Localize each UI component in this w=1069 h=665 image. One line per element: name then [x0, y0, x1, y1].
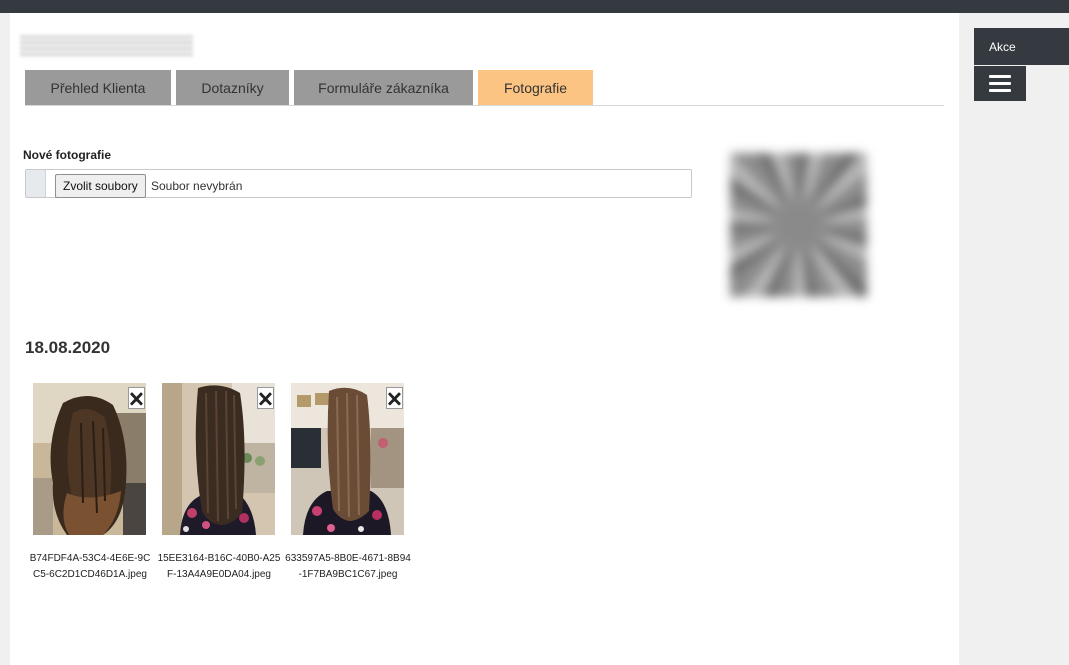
- right-sidebar: Akce: [959, 13, 1069, 665]
- photo-filename: B74FDF4A-53C4-4E6E-9CC5-6C2D1CD46D1A.jpe…: [29, 553, 151, 580]
- file-input-addon: [26, 170, 46, 197]
- tab-fotografie[interactable]: Fotografie: [478, 70, 593, 105]
- tab-dotazniky[interactable]: Dotazníky: [176, 70, 289, 105]
- tab-prehled-klienta[interactable]: Přehled Klienta: [25, 70, 171, 105]
- delete-photo-button[interactable]: 🗙: [128, 387, 145, 409]
- delete-photo-button[interactable]: 🗙: [386, 387, 403, 409]
- top-bar: [0, 0, 1069, 13]
- blurred-qr-image: [730, 153, 867, 297]
- main-panel: Přehled Klienta Dotazníky Formuláře záka…: [10, 13, 959, 665]
- gallery-date: 18.08.2020: [25, 338, 111, 357]
- actions-button[interactable]: Akce: [974, 28, 1069, 65]
- tab-formulare-zakaznika[interactable]: Formuláře zákazníka: [294, 70, 473, 105]
- menu-line: [989, 89, 1011, 92]
- delete-photo-button[interactable]: 🗙: [257, 387, 274, 409]
- menu-line: [989, 75, 1011, 78]
- choose-files-button[interactable]: Zvolit soubory: [55, 174, 146, 198]
- new-photos-label: Nové fotografie: [23, 148, 112, 162]
- photo-filename: 15EE3164-B16C-40B0-A25F-13A4A9E0DA04.jpe…: [157, 553, 281, 580]
- blurred-client-name: [20, 35, 193, 57]
- menu-line: [989, 82, 1011, 85]
- tab-bar: Přehled Klienta Dotazníky Formuláře záka…: [25, 70, 944, 106]
- file-status-text: Soubor nevybrán: [151, 179, 243, 193]
- photo-filename: 633597A5-8B0E-4671-8B94-1F7BA9BC1C67.jpe…: [285, 553, 411, 580]
- file-input[interactable]: Zvolit soubory Soubor nevybrán: [25, 169, 692, 198]
- hamburger-menu-icon[interactable]: [974, 66, 1026, 101]
